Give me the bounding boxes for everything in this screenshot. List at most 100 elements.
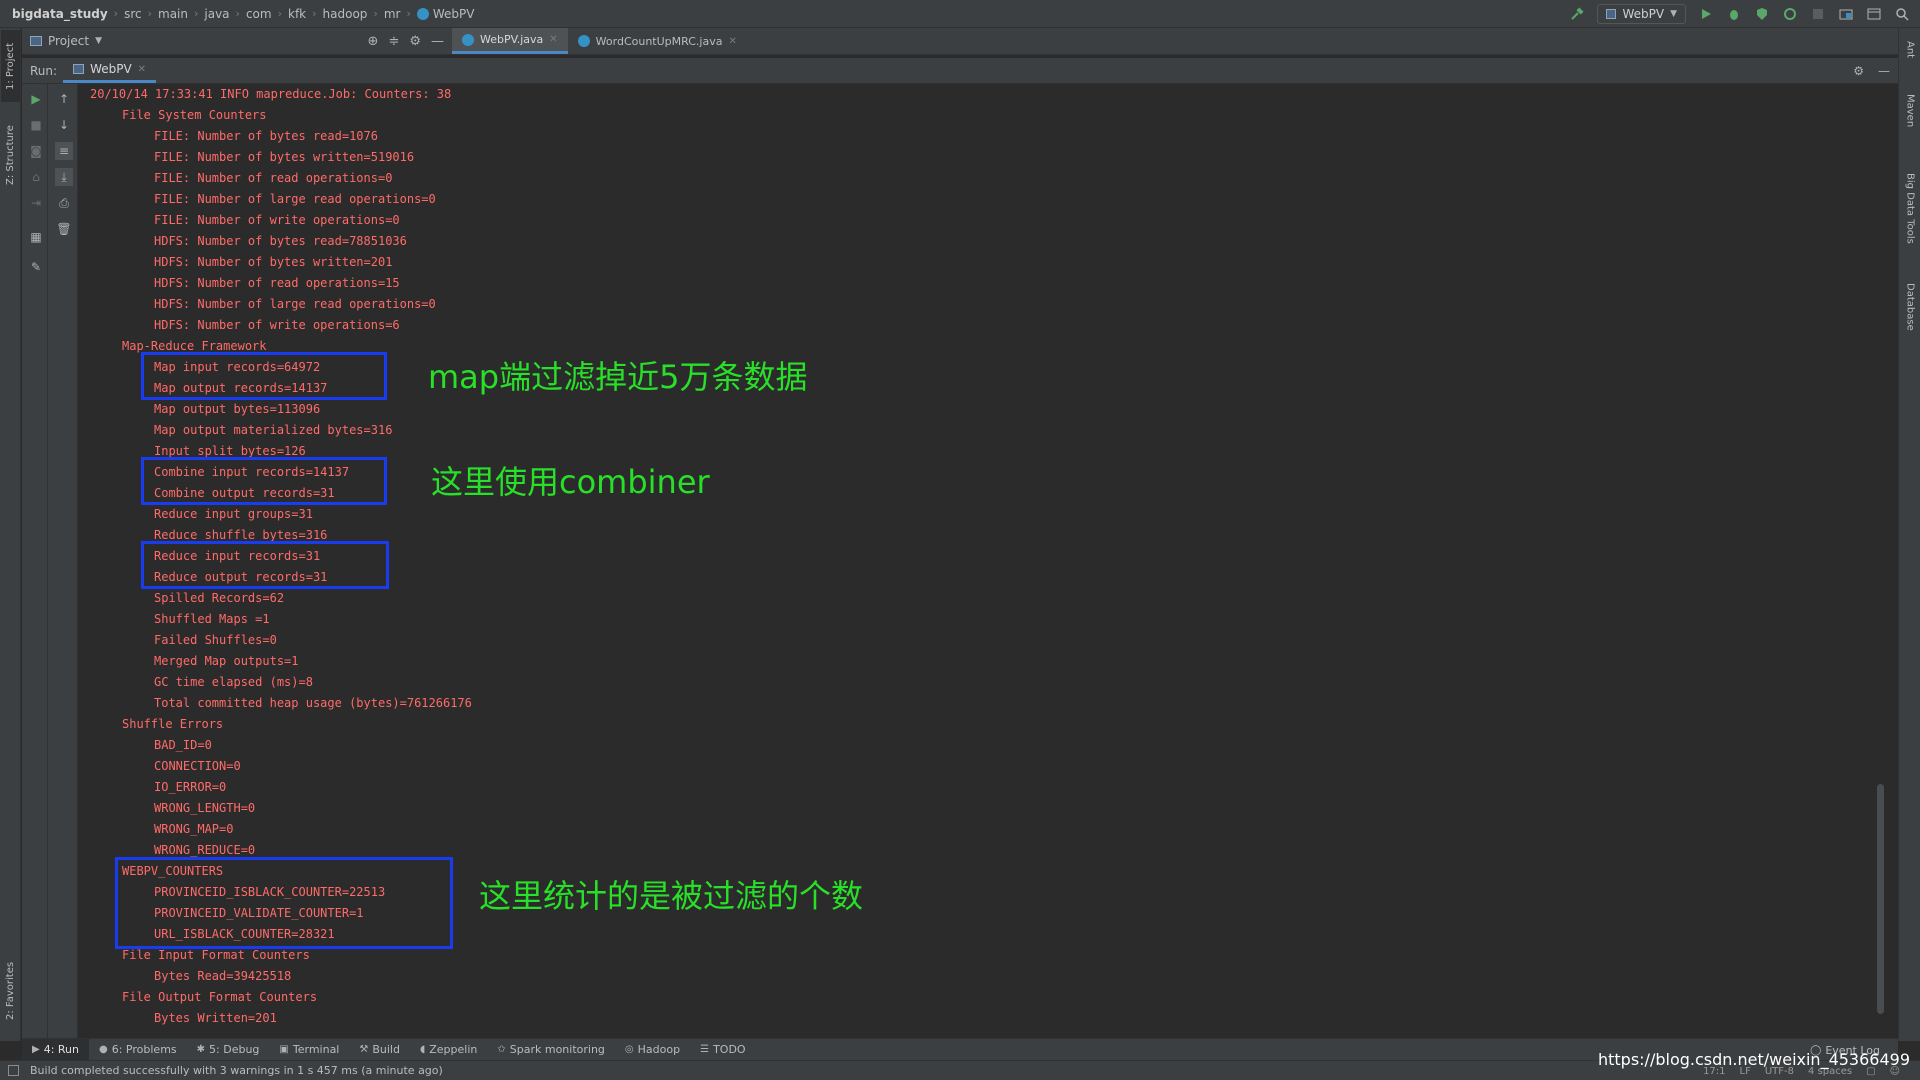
java-class-icon [462, 33, 474, 46]
layout-grid-icon[interactable]: ▦ [27, 228, 45, 246]
toolbar-right: WebPV ▼ [1569, 0, 1920, 28]
debug-bug-icon[interactable] [1726, 6, 1742, 22]
database-tool-tab[interactable]: Database [1901, 272, 1919, 342]
minimize-icon[interactable]: — [431, 34, 444, 49]
tab-webpv-java[interactable]: WebPV.java ✕ [452, 28, 568, 54]
tool-tab-run[interactable]: ▶ 4: Run [22, 1038, 89, 1061]
restore-layout-icon[interactable]: ⌂ [27, 168, 45, 186]
breadcrumb-src[interactable]: src [124, 7, 142, 21]
console-line: File System Counters [122, 108, 267, 122]
breadcrumb-separator: › [193, 7, 199, 20]
maven-tool-tab[interactable]: Maven [1901, 86, 1919, 136]
tab-wordcountupmrc-java[interactable]: WordCountUpMRC.java ✕ [568, 28, 747, 54]
tool-tab-debug[interactable]: ✱ 5: Debug [187, 1039, 270, 1061]
ant-tool-tab[interactable]: Ant [1901, 34, 1919, 66]
breadcrumb-com[interactable]: com [246, 7, 272, 21]
pin-icon[interactable]: ✎ [27, 258, 45, 276]
console-line: 20/10/14 17:33:41 INFO mapreduce.Job: Co… [90, 87, 452, 101]
console-line: Spilled Records=62 [154, 591, 285, 605]
search-icon[interactable] [1894, 6, 1910, 22]
chevron-down-icon[interactable]: ▼ [95, 36, 102, 46]
run-configuration-select[interactable]: WebPV ▼ [1597, 4, 1686, 24]
status-indicator-icon[interactable] [8, 1065, 19, 1076]
big-data-tools-tab[interactable]: Big Data Tools [1901, 158, 1919, 258]
tool-tab-hadoop[interactable]: ◎ Hadoop [615, 1039, 690, 1061]
tool-tab-todo[interactable]: ☰ TODO [690, 1039, 755, 1061]
close-icon[interactable]: ✕ [138, 64, 146, 75]
gear-icon[interactable]: ⚙ [1853, 64, 1864, 78]
tool-tab-spark-monitoring[interactable]: ✩ Spark monitoring [487, 1039, 615, 1061]
console-line: Reduce input groups=31 [154, 507, 313, 521]
camera-icon[interactable]: ◙ [27, 142, 45, 160]
breadcrumb-separator: › [113, 7, 119, 20]
zeppelin-icon: ◖ [419, 1044, 426, 1055]
console-line: Shuffled Maps =1 [154, 612, 270, 626]
breadcrumb-project[interactable]: bigdata_study [12, 7, 108, 21]
run-config-icon [73, 64, 85, 74]
console-output[interactable]: 20/10/14 17:33:41 INFO mapreduce.Job: Co… [78, 84, 1886, 1038]
project-folder-icon [30, 36, 42, 46]
console-line: Merged Map outputs=1 [154, 654, 299, 668]
coverage-shield-icon[interactable] [1754, 6, 1770, 22]
locate-target-icon[interactable]: ⊕ [368, 34, 379, 49]
breadcrumb-separator: › [406, 7, 411, 20]
run-panel-header: Run: WebPV ✕ ⚙ — [22, 58, 1898, 84]
tool-tab-problems[interactable]: ● 6: Problems [89, 1039, 187, 1061]
arrow-up-icon[interactable]: ↑ [55, 90, 73, 108]
console-line: FILE: Number of read operations=0 [154, 171, 393, 185]
console-line: FILE: Number of write operations=0 [154, 213, 400, 227]
highlight-box-webpv-counters [115, 857, 453, 949]
breadcrumb-class[interactable]: WebPV [433, 7, 475, 21]
project-tool-tab[interactable]: 1: Project [1, 30, 20, 102]
project-panel-title[interactable]: Project [48, 34, 89, 48]
breadcrumb: bigdata_study › src › main › java › com › kfk… [0, 7, 474, 21]
favorites-tool-tab[interactable]: 2: Favorites [1, 952, 20, 1030]
console-line: FILE: Number of bytes read=1076 [154, 129, 378, 143]
breadcrumb-mr[interactable]: mr [384, 7, 401, 21]
annotation-combiner: 这里使用combiner [431, 463, 710, 501]
profile-icon[interactable] [1782, 6, 1798, 22]
console-line: WRONG_MAP=0 [154, 822, 234, 836]
scroll-to-end-icon[interactable]: ⤓ [55, 168, 73, 186]
annotation-webpv-counters: 这里统计的是被过滤的个数 [479, 877, 864, 915]
structure-tool-tab[interactable]: Z: Structure [1, 122, 20, 188]
run-toolbar-primary: ▶ ■ ◙ ⌂ ⇥ ▦ ✎ [22, 84, 48, 1038]
trash-icon[interactable]: 🗑 [55, 220, 73, 238]
status-message[interactable]: Build completed successfully with 3 warn… [0, 1064, 443, 1077]
tool-tab-zeppelin[interactable]: ◖ Zeppelin [410, 1039, 487, 1061]
collapse-all-icon[interactable]: ≑ [388, 34, 399, 49]
tool-tab-terminal[interactable]: ▣ Terminal [269, 1039, 349, 1061]
build-hammer-icon[interactable] [1569, 6, 1585, 22]
run-config-icon [1606, 9, 1617, 19]
console-scrollbar-thumb[interactable] [1877, 784, 1884, 1014]
rerun-play-icon[interactable]: ▶ [27, 90, 45, 108]
arrow-down-icon[interactable]: ↓ [55, 116, 73, 134]
close-icon[interactable]: ✕ [728, 36, 736, 47]
run-play-icon[interactable] [1698, 6, 1714, 22]
exit-icon[interactable]: ⇥ [27, 194, 45, 212]
stop-square-icon[interactable]: ■ [27, 116, 45, 134]
breadcrumb-java[interactable]: java [204, 7, 229, 21]
breadcrumb-hadoop[interactable]: hadoop [323, 7, 368, 21]
breadcrumb-main[interactable]: main [158, 7, 188, 21]
console-line: HDFS: Number of large read operations=0 [154, 297, 436, 311]
console-line: GC time elapsed (ms)=8 [154, 675, 313, 689]
minimize-icon[interactable]: — [1878, 64, 1890, 78]
project-structure-icon[interactable] [1838, 6, 1854, 22]
console-scrollbar[interactable] [1876, 84, 1886, 1038]
console-line: FILE: Number of large read operations=0 [154, 192, 436, 206]
tab-label: WordCountUpMRC.java [595, 34, 723, 48]
print-icon[interactable]: ⎙ [55, 194, 73, 212]
tool-tab-build[interactable]: ⚒ Build [349, 1039, 410, 1061]
gear-icon[interactable]: ⚙ [409, 34, 421, 49]
breadcrumb-kfk[interactable]: kfk [288, 7, 306, 21]
close-icon[interactable]: ✕ [549, 34, 557, 45]
watermark-url: https://blog.csdn.net/weixin_45366499 [1597, 1050, 1910, 1069]
breadcrumb-separator: › [235, 7, 240, 20]
window-icon[interactable] [1866, 6, 1882, 22]
play-icon: ▶ [32, 1044, 40, 1055]
java-class-icon [577, 35, 590, 47]
stop-square-icon[interactable] [1810, 6, 1826, 22]
run-tab-webpv[interactable]: WebPV ✕ [63, 58, 157, 83]
soft-wrap-icon[interactable]: ≡ [55, 142, 73, 160]
